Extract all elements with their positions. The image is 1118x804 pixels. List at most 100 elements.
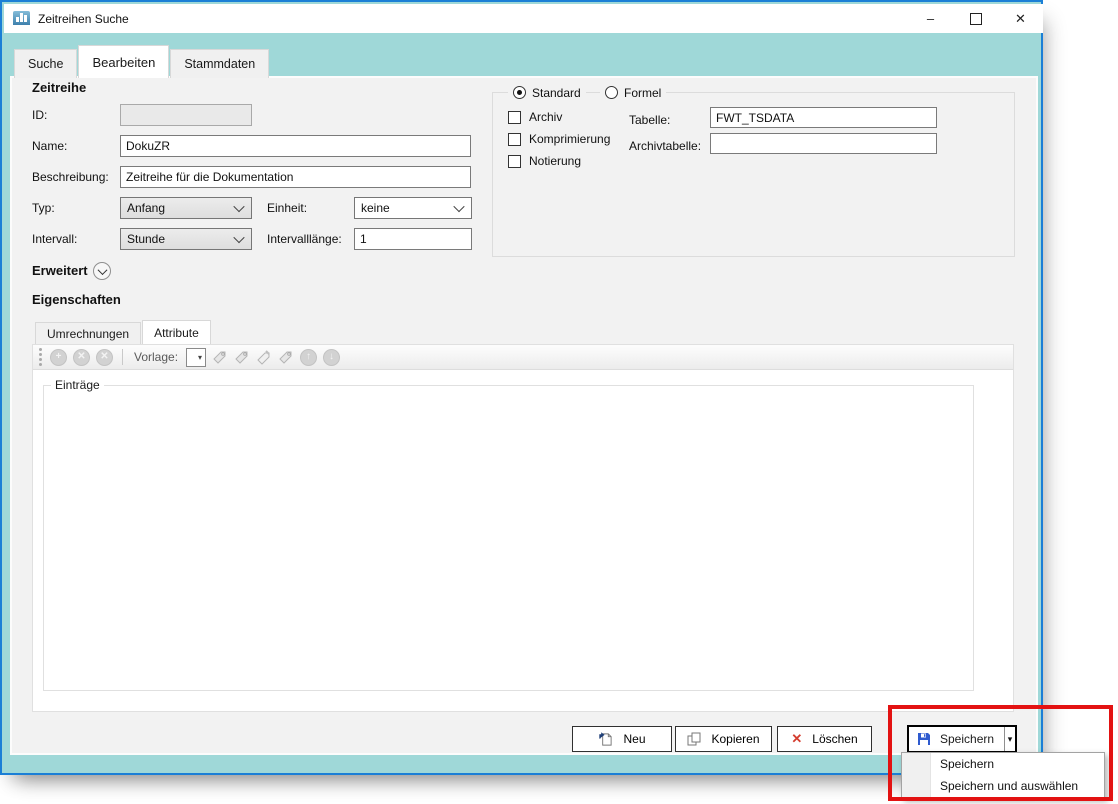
chevron-down-icon <box>233 201 244 212</box>
close-button[interactable]: ✕ <box>998 4 1043 33</box>
eigenschaften-tab-strip: Umrechnungen Attribute <box>35 320 212 344</box>
up-arrow-icon: ↑ <box>306 352 311 362</box>
id-field <box>120 104 252 126</box>
speichern-dropdown-menu: Speichern Speichern und auswählen <box>901 752 1105 799</box>
intervalllaenge-label: Intervalllänge: <box>267 232 342 246</box>
loeschen-button[interactable]: ✕ Löschen <box>777 726 872 752</box>
menu-item-speichern-label: Speichern <box>940 757 994 771</box>
name-field[interactable] <box>120 135 471 157</box>
typ-value: Anfang <box>127 201 165 215</box>
formel-radio[interactable]: Formel <box>600 85 666 100</box>
standard-radio-label: Standard <box>532 86 581 100</box>
add-entry-button[interactable]: + <box>50 349 67 366</box>
erweitert-heading: Erweitert <box>32 263 88 278</box>
archivtabelle-field[interactable] <box>710 133 937 154</box>
notierung-checkbox-label: Notierung <box>529 154 581 168</box>
vorlage-label: Vorlage: <box>134 350 178 364</box>
apply-template-icon[interactable] <box>212 349 228 365</box>
minimize-icon: – <box>927 11 934 26</box>
remove-all-entries-button[interactable]: ✕ <box>96 349 113 366</box>
x-circle-icon: ✕ <box>100 352 108 362</box>
speichern-button-label: Speichern <box>940 732 994 746</box>
einheit-dropdown[interactable]: keine <box>354 197 472 219</box>
speichern-dropdown-toggle[interactable]: ▾ <box>1004 727 1015 751</box>
move-down-button[interactable]: ↓ <box>323 349 340 366</box>
intervalllaenge-field[interactable] <box>354 228 472 250</box>
intervall-dropdown[interactable]: Stunde <box>120 228 252 250</box>
dropdown-arrow-icon: ▾ <box>1008 734 1013 745</box>
eigenschaften-heading: Eigenschaften <box>32 292 121 307</box>
move-up-button[interactable]: ↑ <box>300 349 317 366</box>
x-circle-icon: ✕ <box>77 352 85 362</box>
neu-button[interactable]: Neu <box>572 726 672 752</box>
standard-radio[interactable]: Standard <box>508 85 586 100</box>
komprimierung-checkbox[interactable]: Komprimierung <box>508 132 610 146</box>
application-window: Zeitreihen Suche – ✕ Suche Bearbeiten <box>0 0 1043 775</box>
beschreibung-label: Beschreibung: <box>32 170 109 184</box>
typ-dropdown[interactable]: Anfang <box>120 197 252 219</box>
dropdown-arrow-icon: ▾ <box>198 353 202 362</box>
app-chart-icon <box>13 11 30 27</box>
checkbox-icon <box>508 133 521 146</box>
menu-item-speichern-und-auswaehlen-label: Speichern und auswählen <box>940 779 1078 793</box>
radio-checked-icon <box>513 86 526 99</box>
new-document-icon <box>598 732 613 747</box>
minimize-button[interactable]: – <box>908 4 953 33</box>
save-floppy-icon <box>917 732 931 746</box>
menu-item-speichern[interactable]: Speichern <box>902 753 1104 775</box>
remove-entry-button[interactable]: ✕ <box>73 349 90 366</box>
archivtabelle-label: Archivtabelle: <box>629 139 701 153</box>
checkbox-icon <box>508 155 521 168</box>
maximize-button[interactable] <box>953 4 998 33</box>
eintraege-label: Einträge <box>51 378 104 392</box>
typ-label: Typ: <box>32 201 55 215</box>
chevron-down-icon <box>97 265 107 275</box>
notierung-checkbox[interactable]: Notierung <box>508 154 581 168</box>
chevron-down-icon <box>453 201 464 212</box>
vorlage-dropdown[interactable]: ▾ <box>186 348 206 367</box>
einheit-value: keine <box>361 201 390 215</box>
plus-icon: + <box>56 352 62 362</box>
speichern-main-button[interactable]: Speichern <box>909 727 1004 751</box>
tab-bearbeiten[interactable]: Bearbeiten <box>78 45 169 78</box>
chevron-down-icon <box>233 232 244 243</box>
archiv-checkbox-label: Archiv <box>529 110 562 124</box>
maximize-icon <box>970 13 982 25</box>
radio-unchecked-icon <box>605 86 618 99</box>
reload-template-icon[interactable] <box>234 349 250 365</box>
tab-suche[interactable]: Suche <box>14 49 77 78</box>
tab-umrechnungen-label: Umrechnungen <box>47 327 129 341</box>
name-label: Name: <box>32 139 67 153</box>
edit-template-icon[interactable] <box>256 349 272 365</box>
kopieren-button[interactable]: Kopieren <box>675 726 772 752</box>
delete-x-icon: ✕ <box>791 731 802 747</box>
tab-umrechnungen[interactable]: Umrechnungen <box>35 322 141 344</box>
komprimierung-checkbox-label: Komprimierung <box>529 132 610 146</box>
attribute-tab-page: + ✕ ✕ Vorlage: ▾ <box>32 344 1014 712</box>
menu-item-speichern-und-auswaehlen[interactable]: Speichern und auswählen <box>902 775 1104 797</box>
neu-button-label: Neu <box>623 732 645 746</box>
close-icon: ✕ <box>1015 11 1026 27</box>
tabelle-field[interactable] <box>710 107 937 128</box>
tab-stammdaten-label: Stammdaten <box>184 57 255 71</box>
erweitert-expand-button[interactable] <box>93 262 111 280</box>
tabelle-label: Tabelle: <box>629 113 670 127</box>
zeitreihe-heading: Zeitreihe <box>32 80 86 95</box>
delete-template-icon[interactable] <box>278 349 294 365</box>
beschreibung-field[interactable] <box>120 166 471 188</box>
tab-attribute[interactable]: Attribute <box>142 320 211 344</box>
speichern-split-button[interactable]: Speichern ▾ <box>907 725 1017 753</box>
copy-icon <box>687 732 701 746</box>
desktop: Zeitreihen Suche – ✕ Suche Bearbeiten <box>0 0 1118 804</box>
tab-stammdaten[interactable]: Stammdaten <box>170 49 269 78</box>
tab-suche-label: Suche <box>28 57 63 71</box>
loeschen-button-label: Löschen <box>812 732 857 746</box>
tab-bearbeiten-label: Bearbeiten <box>92 55 155 70</box>
toolbar-grip-handle[interactable] <box>39 348 42 366</box>
eintraege-list[interactable]: Einträge <box>43 385 974 691</box>
window-controls: – ✕ <box>908 4 1043 33</box>
einheit-label: Einheit: <box>267 201 307 215</box>
titlebar: Zeitreihen Suche – ✕ <box>4 4 1043 33</box>
intervall-label: Intervall: <box>32 232 77 246</box>
archiv-checkbox[interactable]: Archiv <box>508 110 562 124</box>
